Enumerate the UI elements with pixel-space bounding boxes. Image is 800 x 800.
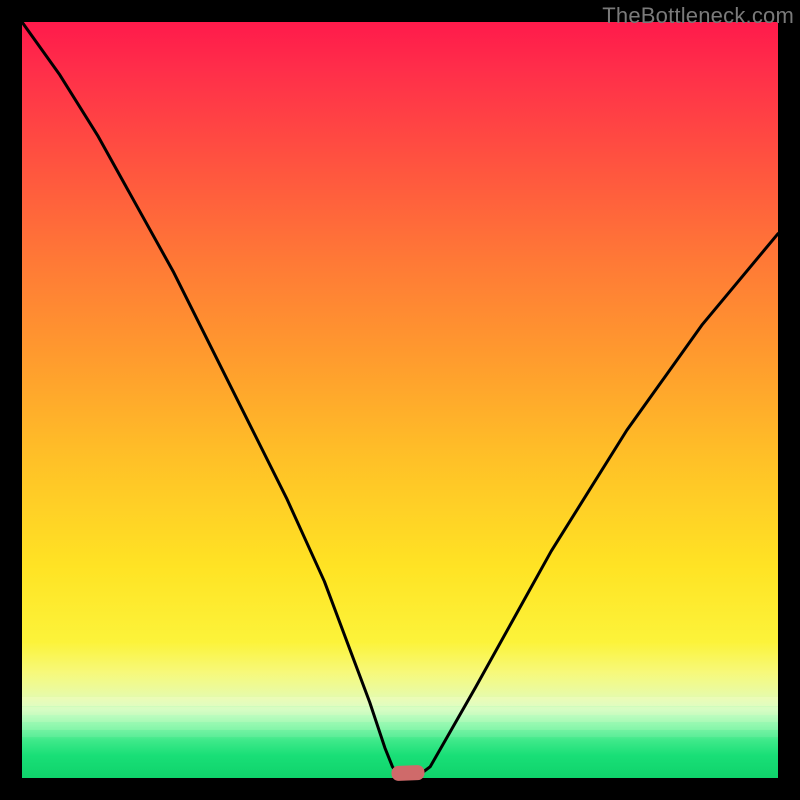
plot-area: [22, 22, 778, 778]
attribution-text: TheBottleneck.com: [602, 3, 794, 29]
bottleneck-curve: [22, 22, 778, 778]
chart-frame: TheBottleneck.com: [0, 0, 800, 800]
curve-path: [22, 22, 778, 778]
optimum-marker: [391, 765, 425, 781]
